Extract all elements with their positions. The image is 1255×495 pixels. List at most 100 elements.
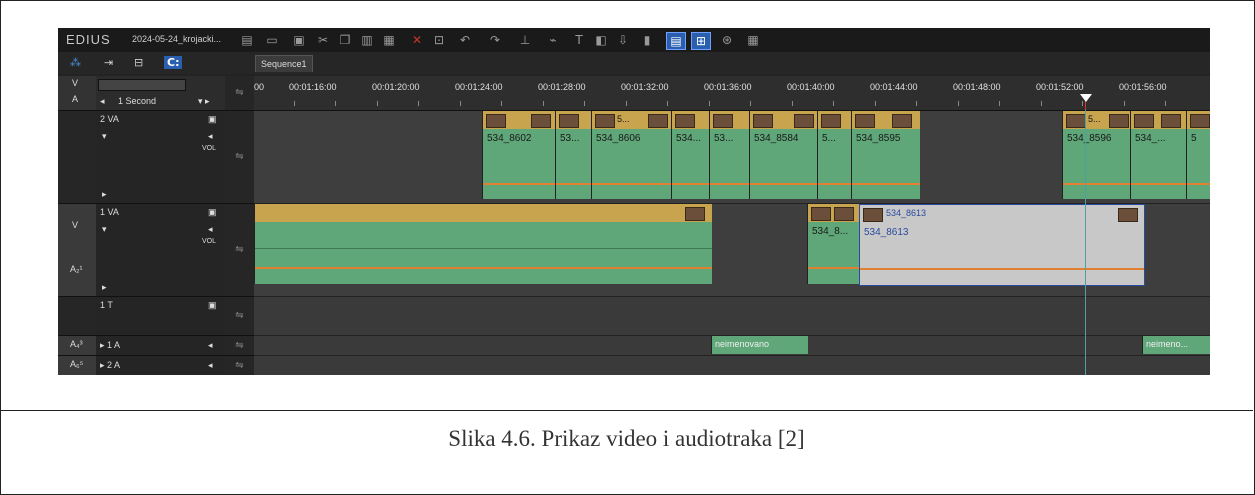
layout-icon[interactable]: ▦ bbox=[744, 32, 762, 48]
mode-row: ⁂ ⇥ ⊟ C: bbox=[58, 52, 1210, 74]
paste-icon[interactable]: ▥ bbox=[358, 32, 376, 48]
track-name: ▸ 2 A bbox=[100, 360, 121, 370]
clip-name: 534_8584 bbox=[754, 133, 799, 144]
clip[interactable]: 534_... bbox=[1130, 111, 1187, 199]
speaker-icon[interactable]: ◂ bbox=[208, 340, 213, 351]
sequence-icon[interactable]: ▤ bbox=[238, 32, 256, 48]
export-icon[interactable]: ⇩ bbox=[614, 32, 632, 48]
mixer-icon[interactable]: ⊞ bbox=[691, 32, 711, 50]
swap-icon[interactable]: ⇋ bbox=[225, 204, 254, 297]
expand-icon[interactable]: ▾ bbox=[102, 131, 107, 142]
track-header-2a[interactable]: A₆⁵ ▸ 2 A ◂ bbox=[58, 356, 225, 375]
track-header-1a[interactable]: A₄³ ▸ 1 A ◂ bbox=[58, 336, 225, 356]
transition-icon[interactable]: ⌁ bbox=[544, 32, 562, 48]
mute-video-icon[interactable]: ▣ bbox=[208, 114, 217, 125]
track-name: 2 VA bbox=[100, 114, 119, 124]
vol-label[interactable]: VOL bbox=[202, 238, 216, 245]
track-2a[interactable] bbox=[254, 356, 1210, 375]
render-icon[interactable]: ▮ bbox=[638, 32, 656, 48]
a-label: A₂¹ bbox=[70, 264, 83, 274]
paste-mode-icon[interactable]: ▦ bbox=[380, 32, 398, 48]
clip-top-label: 534_8613 bbox=[886, 208, 927, 218]
mode-icon[interactable]: ⁂ bbox=[70, 56, 81, 69]
copy-icon[interactable]: ❐ bbox=[336, 32, 354, 48]
track-header-1va[interactable]: V A₂¹ 1 VA ▣ ▾ ◂ VOL ▸ bbox=[58, 204, 225, 297]
a-label: A bbox=[72, 94, 79, 104]
playhead[interactable] bbox=[1085, 110, 1086, 375]
speaker-icon[interactable]: ◂ bbox=[208, 224, 213, 235]
track-header-2va[interactable]: 2 VA ▣ ▾ ◂ VOL ▸ bbox=[58, 111, 225, 204]
capture-icon[interactable]: ◧ bbox=[592, 32, 610, 48]
time-ruler[interactable]: 00 00:01:16:00 00:01:20:00 00:01:24:00 0… bbox=[254, 76, 1210, 111]
swap-icon[interactable]: ⇋ bbox=[225, 356, 254, 375]
clip-name: 534_8606 bbox=[596, 133, 641, 144]
clip[interactable]: 5... bbox=[817, 111, 852, 199]
a-label: A₆⁵ bbox=[70, 359, 84, 369]
scale-dropdown-icon[interactable]: ▾ ▸ bbox=[198, 96, 210, 107]
clip[interactable] bbox=[254, 204, 712, 284]
clip-selected[interactable]: 534_8613 534_8613 bbox=[859, 204, 1145, 286]
ruler-tick: 00:01:48:00 bbox=[953, 82, 1001, 92]
clip-name: 5... bbox=[822, 133, 836, 144]
collapse-icon[interactable]: ▸ bbox=[102, 282, 107, 293]
track-header-1t[interactable]: 1 T ▣ bbox=[58, 297, 225, 336]
vol-label[interactable]: VOL bbox=[202, 145, 216, 152]
delete-icon[interactable]: ✕ bbox=[408, 32, 426, 48]
redo-icon[interactable]: ↷ bbox=[486, 32, 504, 48]
clip-mode-icon[interactable]: C: bbox=[164, 56, 183, 69]
clip[interactable]: 534_8602 bbox=[482, 111, 556, 199]
track-1va[interactable]: 534_8... 534_8613 534_8613 bbox=[254, 204, 1210, 297]
expand-icon[interactable]: ▾ bbox=[102, 224, 107, 235]
clip-name: 53... bbox=[714, 133, 734, 144]
tab-sequence1[interactable]: Sequence1 bbox=[255, 55, 313, 72]
swap-icon[interactable]: ⇋ bbox=[225, 336, 254, 356]
clip[interactable]: 534_8584 bbox=[749, 111, 818, 199]
swap-icon[interactable]: ⇋ bbox=[225, 111, 254, 204]
swap-icon[interactable]: ⇋ bbox=[225, 76, 254, 111]
mute-video-icon[interactable]: ▣ bbox=[208, 207, 217, 218]
clip[interactable]: 53... bbox=[555, 111, 592, 199]
speaker-icon[interactable]: ◂ bbox=[208, 360, 213, 371]
sync-icon[interactable]: ⇥ bbox=[104, 56, 113, 69]
marker-icon[interactable]: ⊥ bbox=[516, 32, 534, 48]
clip[interactable]: 53... bbox=[709, 111, 750, 199]
clip[interactable]: neimenovano bbox=[711, 336, 808, 354]
settings-icon[interactable]: ⊛ bbox=[718, 32, 736, 48]
collapse-icon[interactable]: ▸ bbox=[102, 189, 107, 200]
scale-label[interactable]: 1 Second bbox=[118, 96, 156, 106]
ruler-tick: 00:01:24:00 bbox=[455, 82, 503, 92]
scale-back-icon[interactable]: ◂ bbox=[100, 96, 105, 107]
caption-divider bbox=[0, 410, 1253, 411]
swap-icon[interactable]: ⇋ bbox=[225, 297, 254, 336]
folder-icon[interactable]: ▭ bbox=[263, 32, 281, 48]
clip[interactable]: neimeno... bbox=[1142, 336, 1210, 354]
title-icon[interactable]: T bbox=[570, 32, 588, 48]
ruler-tick: 00:01:20:00 bbox=[372, 82, 420, 92]
clip[interactable]: 534_8595 bbox=[851, 111, 920, 199]
title-toolbar: EDIUS 2024-05-24_krojacki... ▤ ▭ ▣ ✂ ❐ ▥… bbox=[58, 28, 1210, 52]
track-name: 1 VA bbox=[100, 207, 119, 217]
clip[interactable]: 534_8... bbox=[807, 204, 860, 284]
clip[interactable]: 534... bbox=[671, 111, 710, 199]
ripple-icon[interactable]: ⊡ bbox=[430, 32, 448, 48]
clip-name: neimenovano bbox=[715, 339, 770, 349]
undo-icon[interactable]: ↶ bbox=[456, 32, 474, 48]
ruler-tick: 00:01:44:00 bbox=[870, 82, 918, 92]
v-label: V bbox=[72, 78, 79, 88]
clip[interactable]: 5 bbox=[1186, 111, 1210, 199]
cut-icon[interactable]: ✂ bbox=[314, 32, 332, 48]
track-2va[interactable]: 534_8602 53... 5... 534_8606 534... 53..… bbox=[254, 111, 1210, 204]
mute-icon[interactable]: ▣ bbox=[208, 300, 217, 311]
ruler-tick: 00 bbox=[254, 82, 265, 92]
view-icon[interactable]: ▤ bbox=[666, 32, 686, 50]
save-icon[interactable]: ▣ bbox=[290, 32, 308, 48]
clip[interactable]: 5... 534_8596 bbox=[1062, 111, 1131, 199]
playhead-triangle-icon[interactable] bbox=[1080, 94, 1092, 102]
clip-top-label: 5... bbox=[617, 114, 630, 124]
track-1a[interactable]: neimenovano neimeno... bbox=[254, 336, 1210, 356]
link-icon[interactable]: ⊟ bbox=[134, 56, 143, 69]
track-1t[interactable] bbox=[254, 297, 1210, 336]
speaker-icon[interactable]: ◂ bbox=[208, 131, 213, 142]
clip[interactable]: 5... 534_8606 bbox=[591, 111, 672, 199]
zoom-slider[interactable] bbox=[98, 79, 186, 91]
